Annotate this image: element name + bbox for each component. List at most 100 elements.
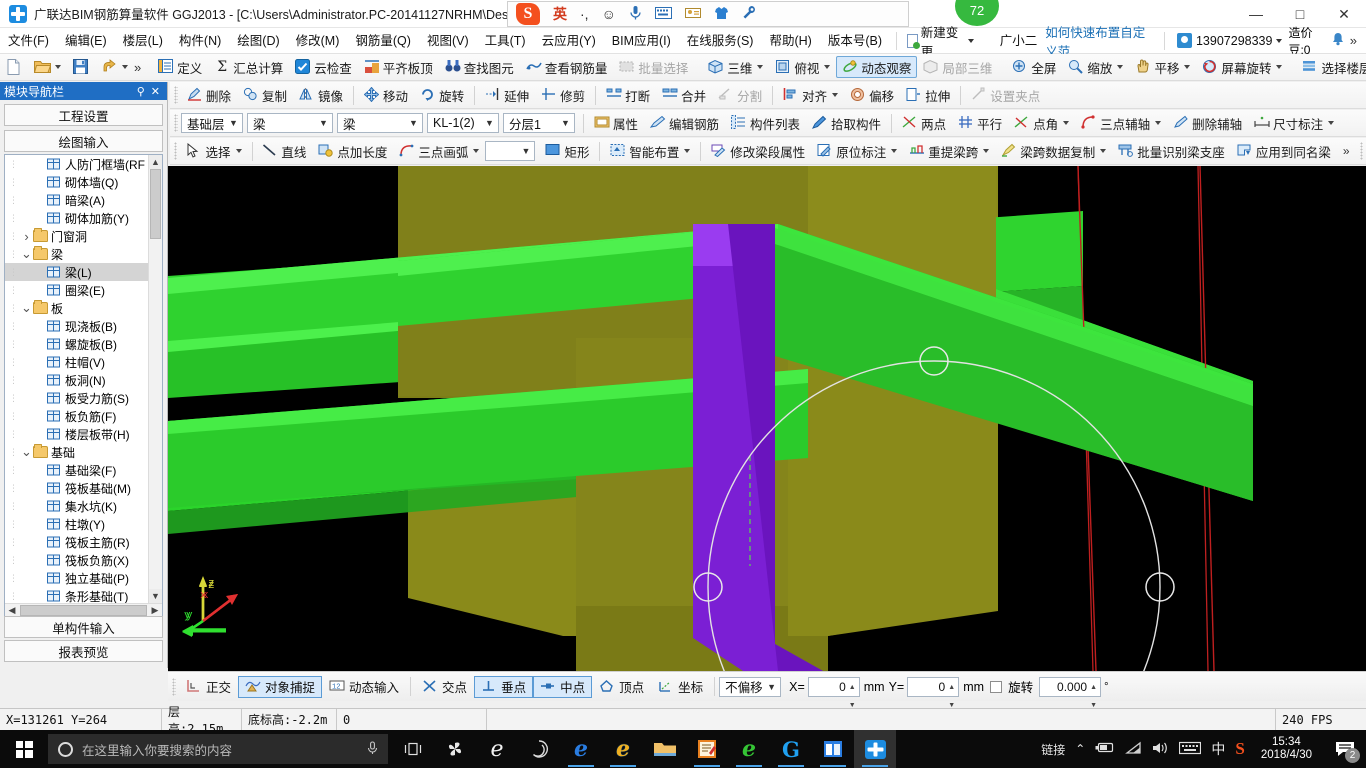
type-combo[interactable]: 梁 ▼ (337, 113, 423, 133)
batch-select-button[interactable]: 批量选择 (613, 56, 694, 78)
tray-link-label[interactable]: 链接 (1041, 741, 1065, 758)
copy-button[interactable]: 复制 (237, 84, 293, 106)
ime-chinese-indicator[interactable]: 中 (1211, 739, 1225, 759)
tree-item[interactable]: ⋮ 筏板负筋(X) (5, 551, 148, 569)
category-combo[interactable]: 梁 ▼ (247, 113, 333, 133)
offset-button[interactable]: 偏移 (844, 84, 900, 106)
rotate-button[interactable]: 旋转 (414, 84, 470, 106)
tree-vertical-scrollbar[interactable]: ▲ ▼ (148, 155, 162, 603)
batch-identify-support-button[interactable]: 批量识别梁支座 (1112, 140, 1231, 162)
parallel-axis-button[interactable]: 平行 (952, 112, 1008, 134)
summary-calc-button[interactable]: Σ 汇总计算 (208, 56, 289, 78)
360-browser-app-icon[interactable]: G (770, 730, 812, 768)
tree-item[interactable]: ⋮ 砌体墙(Q) (5, 173, 148, 191)
chevron-down-icon[interactable]: ⌄ (20, 246, 33, 262)
tree-item[interactable]: ⋮ 螺旋板(B) (5, 335, 148, 353)
x-offset-input[interactable]: 0 ▲ ▼ (807, 676, 860, 709)
properties-button[interactable]: 属性 (588, 112, 644, 134)
partial-3d-button[interactable]: 局部三维 (917, 56, 998, 78)
action-center-button[interactable]: 2 (1328, 730, 1362, 768)
tree-folder[interactable]: ⋮ ⌄ 板 (5, 299, 148, 317)
sogou-logo-icon[interactable]: S (516, 3, 540, 25)
start-button[interactable] (0, 730, 48, 768)
edge-app-icon[interactable]: e (560, 730, 602, 768)
ie-app-icon[interactable]: e (602, 730, 644, 768)
pick-member-button[interactable]: 拾取构件 (806, 112, 887, 134)
tree-item[interactable]: ⋮ 筏板主筋(R) (5, 533, 148, 551)
green-browser-app-icon[interactable]: e (728, 730, 770, 768)
bell-icon[interactable] (1332, 32, 1344, 49)
undo-button[interactable] (95, 56, 134, 78)
menu-rebar-qty[interactable]: 钢筋量(Q) (347, 30, 419, 52)
point-plus-length-button[interactable]: 点加长度 (312, 140, 393, 162)
menu-view[interactable]: 视图(V) (419, 30, 477, 52)
drawing-input-button[interactable]: 绘图输入 (4, 130, 163, 152)
layer-combo[interactable]: 分层1 ▼ (503, 113, 575, 133)
edit-beam-segment-button[interactable]: 修改梁段属性 (705, 140, 811, 162)
object-snap-toggle[interactable]: 对象捕捉 (238, 675, 323, 698)
y-offset-spinner[interactable]: ▲ ▼ (946, 679, 957, 709)
break-button[interactable]: 打断 (600, 84, 656, 106)
tree-item[interactable]: ⋮ 现浇板(B) (5, 317, 148, 335)
find-element-button[interactable]: 查找图元 (439, 56, 520, 78)
set-grip-point-button[interactable]: 设置夹点 (965, 84, 1046, 106)
ime-emoji-icon[interactable]: ☺ (602, 6, 616, 22)
tree-item[interactable]: ⋮ 楼层板带(H) (5, 425, 148, 443)
tree-folder[interactable]: ⋮ ⌄ 基础 (5, 443, 148, 461)
three-d-viewport[interactable]: z x y z x y (168, 166, 1366, 671)
apply-same-beam-button[interactable]: 应用到同名梁 (1231, 140, 1337, 162)
ime-keyboard-icon[interactable] (654, 6, 672, 22)
menu-online-service[interactable]: 在线服务(S) (679, 30, 762, 52)
rectangle-button[interactable]: 矩形 (539, 140, 595, 162)
rotate-spinner[interactable]: ▲ ▼ (1088, 679, 1099, 709)
scroll-down-icon[interactable]: ▼ (149, 589, 162, 603)
delete-axis-button[interactable]: 删除辅轴 (1167, 112, 1248, 134)
menu-draw[interactable]: 绘图(D) (229, 30, 287, 52)
tree-item[interactable]: ⋮ 圈梁(E) (5, 281, 148, 299)
point-angle-button[interactable]: 点角 (1008, 112, 1075, 134)
member-list-button[interactable]: 构件列表 (725, 112, 806, 134)
offset-mode-combo[interactable]: 不偏移 ▼ (719, 676, 782, 697)
tree-item[interactable]: ⋮ 柱帽(V) (5, 353, 148, 371)
volume-icon[interactable] (1152, 741, 1169, 758)
menu-tools[interactable]: 工具(T) (477, 30, 534, 52)
tree-item[interactable]: ⋮ 筏板基础(M) (5, 479, 148, 497)
edge-legacy-app-icon[interactable]: e (476, 730, 518, 768)
tree-item[interactable]: ⋮ 板受力筋(S) (5, 389, 148, 407)
define-button[interactable]: 定义 (152, 56, 208, 78)
select-floor-button[interactable]: 选择楼层 (1296, 56, 1366, 78)
notepad-app-icon[interactable] (686, 730, 728, 768)
three-d-button[interactable]: 三维 (702, 56, 769, 78)
tree-item[interactable]: ⋮ 条形基础(T) (5, 587, 148, 604)
dynamic-input-toggle[interactable]: 12 动态输入 (322, 676, 406, 698)
scroll-up-icon[interactable]: ▲ (149, 155, 162, 169)
three-point-axis-button[interactable]: 三点辅轴 (1075, 112, 1167, 134)
screen-rotate-button[interactable]: 屏幕旋转 (1196, 56, 1288, 78)
menu-file[interactable]: 文件(F) (0, 30, 57, 52)
move-button[interactable]: 移动 (358, 84, 414, 106)
toolbar4-grip-right[interactable] (1359, 142, 1363, 160)
line-button[interactable]: 直线 (256, 140, 312, 162)
toolbar4-overflow-icon[interactable]: » (1337, 144, 1356, 158)
chevron-down-icon[interactable]: ⌄ (20, 444, 33, 460)
keyboard-tray-icon[interactable] (1179, 741, 1202, 758)
battery-icon[interactable] (1095, 741, 1115, 757)
menu-cloud-app[interactable]: 云应用(Y) (534, 30, 604, 52)
menu-modify[interactable]: 修改(M) (288, 30, 348, 52)
delete-button[interactable]: 删除 (181, 84, 237, 106)
horizontal-scroll-thumb[interactable] (20, 605, 147, 616)
tree-item[interactable]: ⋮ 集水坑(K) (5, 497, 148, 515)
two-point-axis-button[interactable]: 两点 (896, 112, 952, 134)
pin-icon[interactable]: ⚲ (134, 85, 148, 98)
tree-item[interactable]: ⋮ 人防门框墙(RF (5, 155, 148, 173)
three-point-arc-button[interactable]: 三点画弧 (393, 140, 485, 162)
tree-item[interactable]: ⋮ 板洞(N) (5, 371, 148, 389)
ime-tools-icon[interactable] (742, 5, 756, 23)
save-button[interactable] (67, 56, 95, 78)
menubar-overflow-icon[interactable]: » (1350, 33, 1360, 48)
toolbar3-grip[interactable] (174, 114, 178, 132)
snap-midpoint-toggle[interactable]: 中点 (533, 675, 593, 698)
snap-coordinate-toggle[interactable]: 坐标 (651, 676, 710, 698)
ime-card-icon[interactable] (684, 6, 701, 22)
tree-folder[interactable]: ⋮ › 门窗洞 (5, 227, 148, 245)
